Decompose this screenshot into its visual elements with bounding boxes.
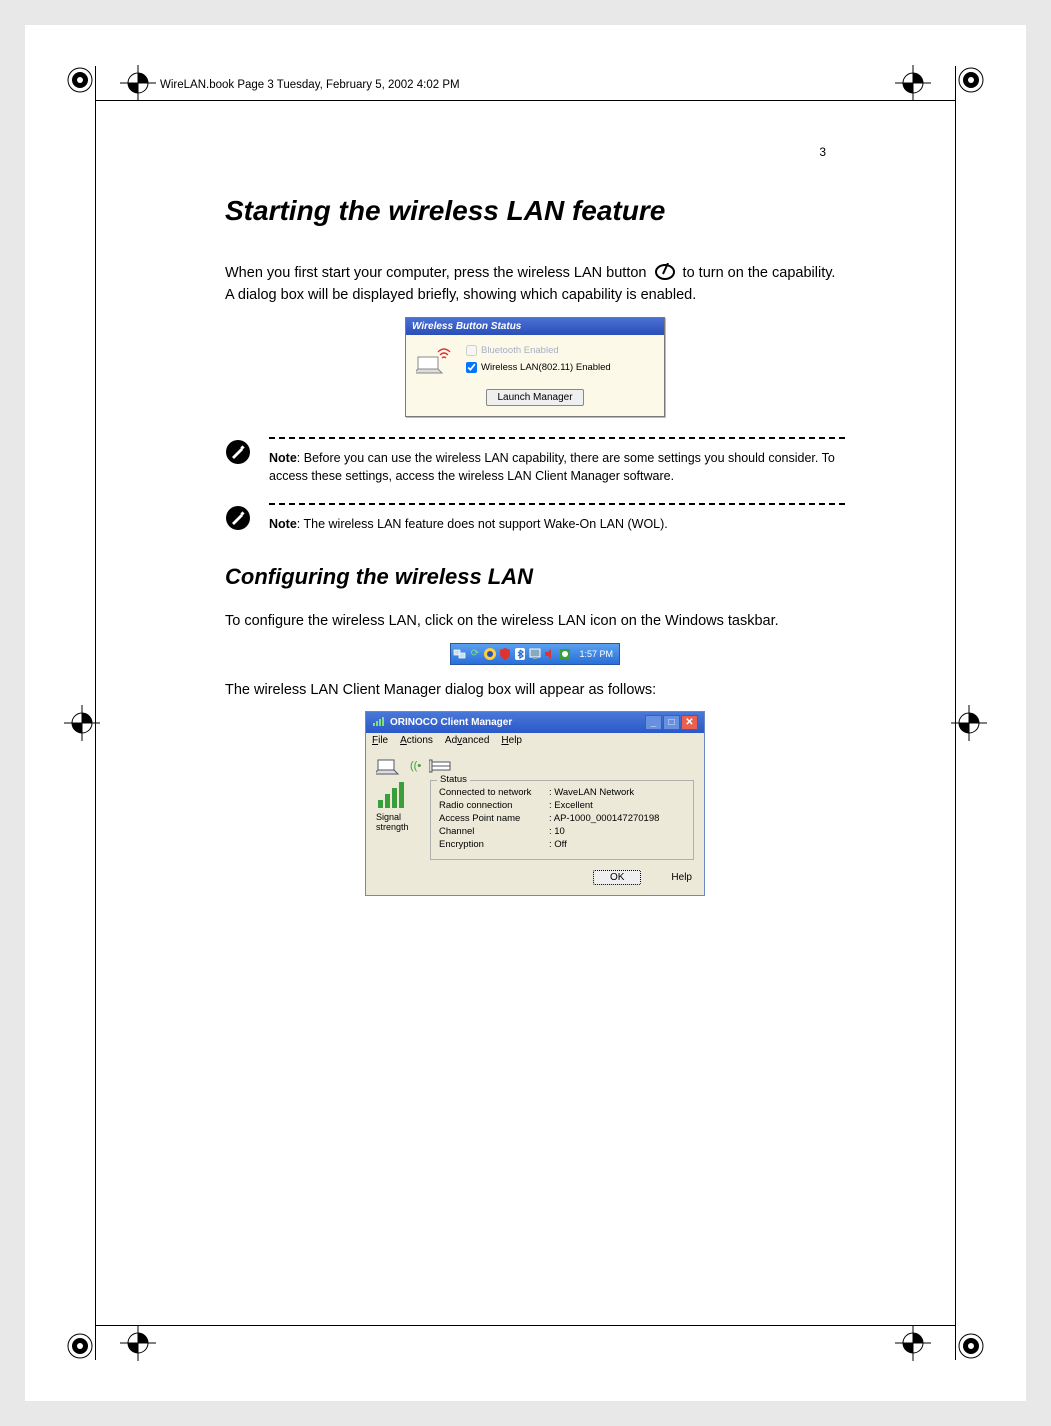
bluetooth-label: Bluetooth Enabled [481, 345, 559, 356]
dialog-title-text: ORINOCO Client Manager [390, 717, 512, 728]
register-mark-icon [895, 1325, 931, 1361]
note-label: Note [269, 517, 297, 531]
register-mark-icon [120, 65, 156, 101]
help-button[interactable]: Help [671, 870, 692, 885]
wlan-checkbox-input[interactable] [466, 362, 477, 373]
launch-manager-button[interactable]: Launch Manager [486, 389, 583, 406]
menubar[interactable]: File Actions Advanced Help [366, 733, 704, 748]
signal-strength-block: Signal strength [376, 780, 420, 860]
tray-volume-icon[interactable] [543, 647, 557, 661]
note-body: : The wireless LAN feature does not supp… [297, 517, 668, 531]
status-row: Channel: 10 [439, 826, 685, 839]
menu-advanced[interactable]: Advanced [445, 735, 489, 746]
header-line: WireLAN.book Page 3 Tuesday, February 5,… [160, 79, 460, 91]
note-text: Note: Before you can use the wireless LA… [269, 449, 845, 485]
note-divider [269, 437, 845, 439]
bluetooth-checkbox-input[interactable] [466, 345, 477, 356]
tray-wlan-icon[interactable] [558, 647, 572, 661]
menu-help[interactable]: Help [501, 735, 522, 746]
bluetooth-enabled-checkbox[interactable]: Bluetooth Enabled [466, 345, 654, 356]
status-group-label: Status [437, 774, 470, 785]
crop-mark-icon [951, 60, 991, 100]
dialog-titlebar[interactable]: ORINOCO Client Manager _ □ ✕ [366, 712, 704, 733]
note-pencil-icon [225, 503, 251, 536]
register-mark-icon [895, 65, 931, 101]
tray-refresh-icon[interactable]: ⟳ [468, 647, 482, 661]
register-mark-icon [120, 1325, 156, 1361]
wireless-button-status-dialog: Wireless Button Status Bluetooth Enabled… [405, 317, 665, 417]
note-label: Note [269, 451, 297, 465]
note-block: Note: Before you can use the wireless LA… [225, 437, 845, 485]
tray-monitors-icon[interactable] [453, 647, 467, 661]
menu-actions[interactable]: Actions [400, 735, 433, 746]
system-tray[interactable]: ⟳ 1:57 PM [450, 643, 620, 665]
laptop-signal-icon [416, 345, 454, 378]
crop-mark-icon [951, 1326, 991, 1366]
tray-clock: 1:57 PM [575, 649, 617, 659]
tray-screen-icon[interactable] [528, 647, 542, 661]
crop-mark-icon [60, 60, 100, 100]
status-row: Encryption: Off [439, 839, 685, 852]
maximize-button[interactable]: □ [663, 715, 680, 730]
ok-button[interactable]: OK [593, 870, 641, 885]
intro-paragraph: When you first start your computer, pres… [225, 259, 845, 307]
connection-graphic: ((• [376, 756, 694, 776]
status-row: Radio connection: Excellent [439, 800, 685, 813]
signal-bars-icon [376, 780, 410, 810]
note-text: Note: The wireless LAN feature does not … [269, 515, 845, 533]
config-followup: The wireless LAN Client Manager dialog b… [225, 679, 845, 701]
minimize-button[interactable]: _ [645, 715, 662, 730]
register-mark-icon [951, 705, 987, 741]
section-heading: Configuring the wireless LAN [225, 564, 845, 590]
wlan-enabled-checkbox[interactable]: Wireless LAN(802.11) Enabled [466, 362, 654, 373]
note-block: Note: The wireless LAN feature does not … [225, 503, 845, 536]
tray-norton-icon[interactable] [483, 647, 497, 661]
content: Starting the wireless LAN feature When y… [225, 145, 845, 896]
status-group: Status Connected to network: WaveLAN Net… [430, 780, 694, 860]
crop-mark-icon [60, 1326, 100, 1366]
wlan-titlebar-icon [372, 715, 386, 730]
menu-file[interactable]: File [372, 735, 388, 746]
page-title: Starting the wireless LAN feature [225, 195, 845, 227]
signal-strength-label: Signal strength [376, 812, 420, 832]
page: WireLAN.book Page 3 Tuesday, February 5,… [25, 25, 1026, 1401]
client-manager-dialog: ORINOCO Client Manager _ □ ✕ File Action… [365, 711, 705, 896]
tray-bluetooth-icon[interactable] [513, 647, 527, 661]
intro-text-a: When you first start your computer, pres… [225, 265, 651, 281]
note-body: : Before you can use the wireless LAN ca… [269, 451, 835, 483]
dialog-title: Wireless Button Status [406, 318, 664, 335]
wireless-button-icon [654, 263, 676, 288]
signal-waves-icon: ((• [410, 760, 421, 772]
note-divider [269, 503, 845, 505]
tray-shield-icon[interactable] [498, 647, 512, 661]
status-row: Access Point name: AP-1000_000147270198 [439, 813, 685, 826]
config-intro: To configure the wireless LAN, click on … [225, 610, 845, 632]
note-pencil-icon [225, 437, 251, 485]
wlan-label: Wireless LAN(802.11) Enabled [481, 362, 611, 373]
close-button[interactable]: ✕ [681, 715, 698, 730]
status-row: Connected to network: WaveLAN Network [439, 787, 685, 800]
